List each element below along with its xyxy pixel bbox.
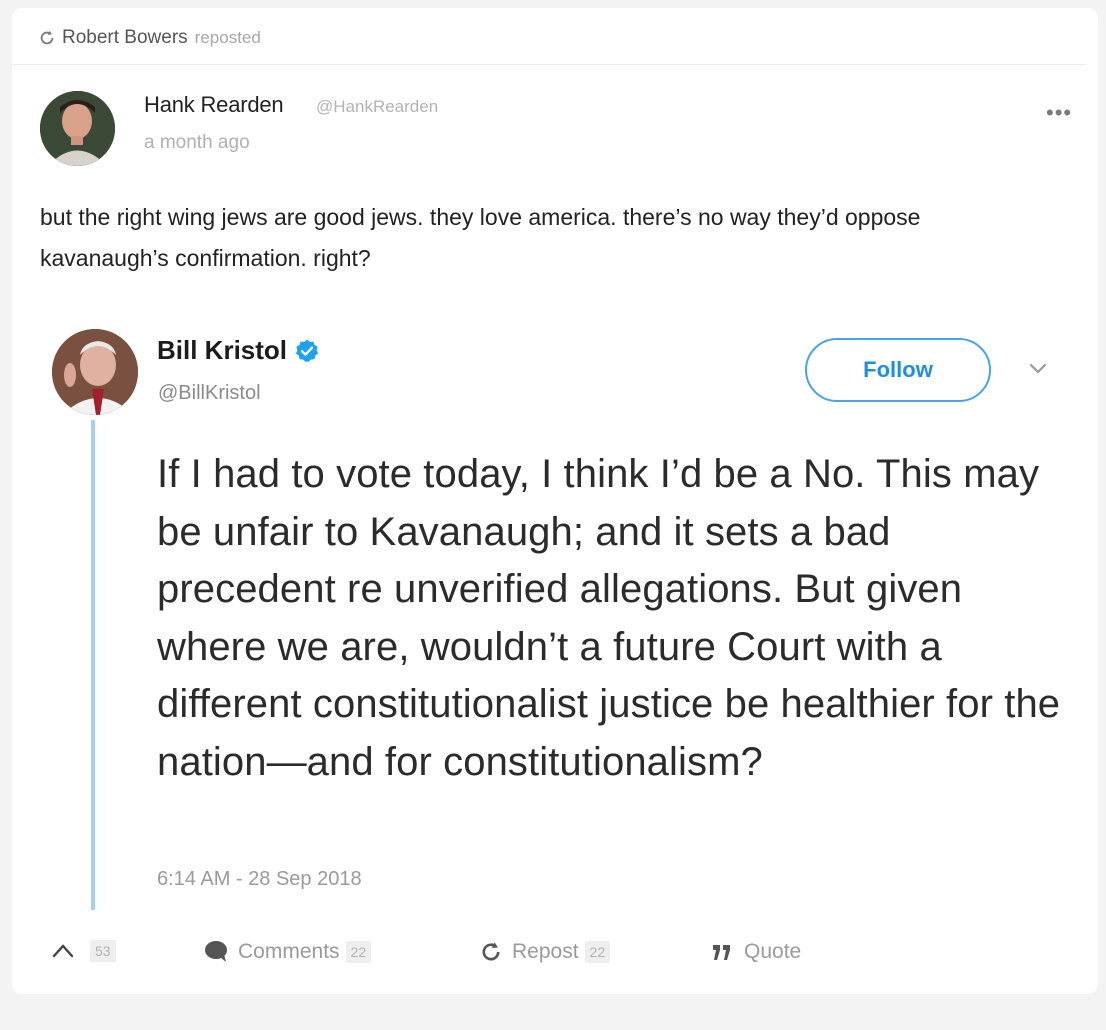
thread-line [91, 420, 95, 910]
follow-button[interactable]: Follow [805, 338, 991, 402]
tweet-author-name[interactable]: Bill Kristol [157, 335, 287, 366]
comments-button[interactable]: Comments 22 [204, 940, 372, 964]
tweet-avatar-image [52, 329, 138, 415]
repost-icon [40, 30, 54, 45]
repost-label: Repost [512, 940, 579, 963]
quote-label: Quote [744, 940, 802, 963]
repost-icon [482, 942, 500, 961]
verified-badge-icon [295, 339, 319, 362]
repost-header: Robert Bowers reposted [38, 27, 261, 49]
tweet-author-handle[interactable]: @BillKristol [158, 382, 261, 405]
comment-icon [205, 941, 227, 962]
repost-count: 22 [584, 941, 611, 963]
comments-count: 22 [345, 941, 372, 963]
quote-button[interactable]: Quote [710, 940, 801, 964]
author-name[interactable]: Hank Rearden [144, 92, 284, 118]
reposted-label: reposted [194, 28, 261, 47]
avatar[interactable] [40, 91, 115, 166]
post-text: but the right wing jews are good jews. t… [40, 204, 921, 271]
repost-button[interactable]: Repost 22 [478, 940, 611, 964]
upvote-count: 53 [90, 940, 116, 962]
more-options-button[interactable]: ••• [1046, 100, 1072, 126]
tweet-timestamp[interactable]: 6:14 AM - 28 Sep 2018 [157, 868, 362, 891]
chevron-up-icon [52, 944, 74, 958]
chevron-down-icon[interactable] [1028, 362, 1048, 376]
tweet-text: If I had to vote today, I think I’d be a… [157, 452, 1061, 784]
header-divider [12, 64, 1086, 65]
post-timestamp[interactable]: a month ago [144, 132, 250, 154]
quote-icon [713, 945, 730, 960]
reposter-name[interactable]: Robert Bowers [62, 27, 188, 49]
action-bar: 53 Comments 22 Repost 22 Quote [0, 940, 1106, 980]
upvote-button[interactable]: 53 [50, 940, 116, 962]
author-handle[interactable]: @HankRearden [316, 97, 438, 117]
tweet-avatar[interactable] [52, 329, 138, 415]
comments-label: Comments [238, 940, 340, 963]
tweet-author: Bill Kristol [157, 335, 320, 366]
avatar-image [40, 91, 115, 166]
